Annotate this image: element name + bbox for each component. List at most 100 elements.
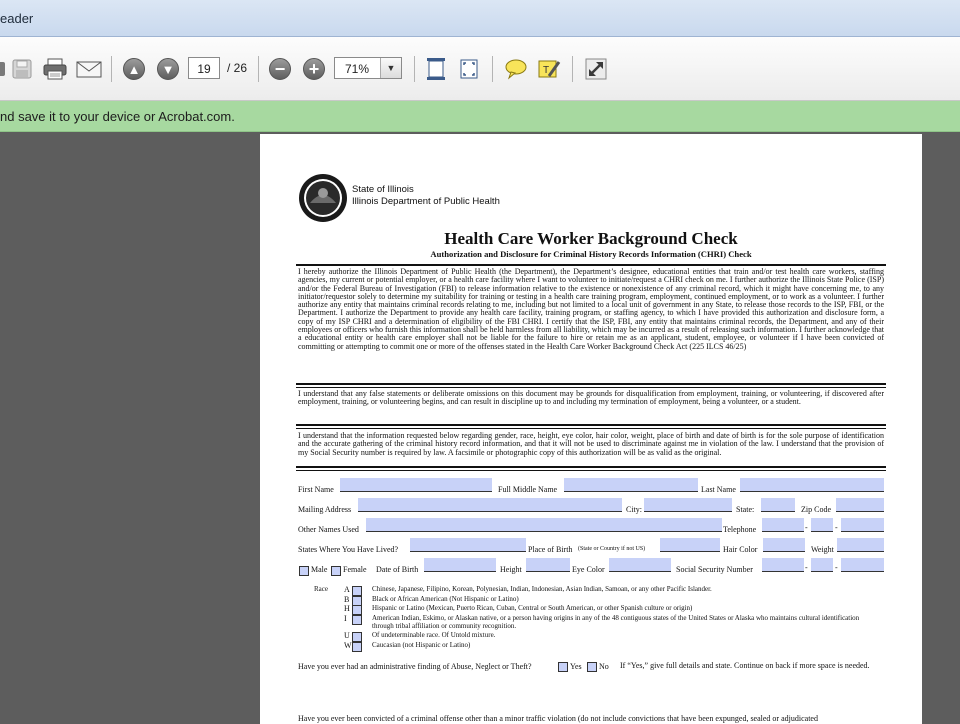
telephone-line-field[interactable]: [841, 518, 884, 532]
comment-button[interactable]: [502, 55, 530, 83]
printer-icon: [43, 58, 67, 80]
conviction-question: Have you ever been convicted of a crimin…: [298, 714, 818, 723]
weight-field[interactable]: [837, 538, 884, 552]
race-code: A: [344, 585, 350, 594]
hair-color-label: Hair Color: [723, 545, 758, 554]
previous-page-button[interactable]: ▲: [120, 55, 148, 83]
race-i-text: American Indian, Eskimo, or Alaskan nati…: [372, 614, 860, 630]
race-a-text: Chinese, Japanese, Filipino, Korean, Pol…: [372, 585, 712, 593]
svg-text:T: T: [543, 65, 549, 76]
eye-color-label: Eye Color: [572, 565, 605, 574]
open-icon[interactable]: [0, 55, 6, 83]
telephone-prefix-field[interactable]: [811, 518, 833, 532]
zoom-out-button[interactable]: −: [266, 55, 294, 83]
male-checkbox[interactable]: [299, 566, 309, 576]
divider: [296, 383, 886, 385]
other-names-field[interactable]: [366, 518, 722, 532]
race-label: Race: [314, 585, 328, 593]
race-code: W: [344, 641, 352, 650]
eye-color-field[interactable]: [609, 558, 671, 572]
title-bar: eader: [0, 0, 960, 37]
race-a-checkbox[interactable]: [352, 586, 362, 596]
full-screen-button[interactable]: [582, 55, 610, 83]
city-field[interactable]: [644, 498, 732, 512]
last-name-field[interactable]: [740, 478, 884, 492]
ssn-label: Social Security Number: [676, 565, 753, 574]
window-title: eader: [0, 11, 34, 26]
highlight-button[interactable]: T: [535, 55, 563, 83]
city-label: City:: [626, 505, 643, 514]
telephone-label: Telephone: [723, 525, 757, 534]
fit-page-button[interactable]: [422, 55, 450, 83]
zip-code-field[interactable]: [836, 498, 884, 512]
race-w-checkbox[interactable]: [352, 642, 362, 652]
race-code: B: [344, 595, 350, 604]
first-name-label: First Name: [298, 485, 334, 494]
toolbar-separator: [258, 56, 259, 82]
last-name-label: Last Name: [701, 485, 736, 494]
middle-name-field[interactable]: [564, 478, 698, 492]
race-code: I: [344, 614, 347, 623]
chevron-down-icon[interactable]: ▼: [380, 58, 401, 78]
next-page-button[interactable]: ▼: [154, 55, 182, 83]
false-statements-paragraph: I understand that any false statements o…: [298, 389, 884, 407]
authorization-paragraph: I hereby authorize the Illinois Departme…: [298, 267, 884, 351]
identification-paragraph: I understand that the information reques…: [298, 431, 884, 457]
illinois-seal-icon: [299, 174, 347, 222]
save-button[interactable]: [8, 55, 36, 83]
telephone-area-field[interactable]: [762, 518, 804, 532]
divider: [296, 428, 886, 429]
race-u-checkbox[interactable]: [352, 632, 362, 642]
divider: [296, 264, 886, 266]
notification-banner: nd save it to your device or Acrobat.com…: [0, 101, 960, 132]
first-name-field[interactable]: [340, 478, 492, 492]
place-of-birth-field[interactable]: [660, 538, 720, 552]
race-code: H: [344, 604, 350, 613]
telephone-hyphen: -: [805, 523, 808, 532]
pdf-page: State of Illinois Illinois Department of…: [260, 134, 922, 724]
ssn-area-field[interactable]: [762, 558, 804, 572]
ssn-serial-field[interactable]: [841, 558, 884, 572]
zoom-select[interactable]: 71% ▼: [334, 57, 402, 79]
mailing-address-field[interactable]: [358, 498, 622, 512]
envelope-icon: [76, 61, 102, 78]
toolbar-separator: [572, 56, 573, 82]
toolbar-separator: [492, 56, 493, 82]
hair-color-field[interactable]: [763, 538, 805, 552]
email-button[interactable]: [74, 55, 104, 83]
ssn-group-field[interactable]: [811, 558, 833, 572]
male-label: Male: [311, 565, 328, 574]
agency-department: Illinois Department of Public Health: [352, 196, 500, 207]
telephone-hyphen: -: [835, 523, 838, 532]
highlighter-icon: T: [538, 60, 561, 78]
arrow-down-icon: ▼: [157, 58, 179, 80]
page-number-input[interactable]: 19: [188, 57, 220, 79]
form-subtitle: Authorization and Disclosure for Crimina…: [430, 249, 752, 259]
middle-name-label: Full Middle Name: [498, 485, 558, 494]
race-u-text: Of undeterminable race. Of Untold mixtur…: [372, 631, 496, 639]
race-i-checkbox[interactable]: [352, 615, 362, 625]
fit-width-button[interactable]: [455, 55, 483, 83]
zoom-value: 71%: [345, 62, 370, 76]
mailing-address-label: Mailing Address: [298, 505, 352, 514]
race-h-text: Hispanic or Latino (Mexican, Puerto Rica…: [372, 604, 693, 612]
date-of-birth-field[interactable]: [424, 558, 496, 572]
states-lived-field[interactable]: [410, 538, 526, 552]
zip-code-label: Zip Code: [801, 505, 831, 514]
banner-text: nd save it to your device or Acrobat.com…: [0, 109, 235, 124]
plus-icon: +: [303, 58, 325, 80]
place-of-birth-note: (State or Country if not US): [578, 546, 646, 552]
race-h-checkbox[interactable]: [352, 605, 362, 615]
ssn-hyphen: -: [805, 563, 808, 572]
print-button[interactable]: [40, 55, 70, 83]
zoom-in-button[interactable]: +: [300, 55, 328, 83]
state-label: State:: [736, 505, 755, 514]
female-checkbox[interactable]: [331, 566, 341, 576]
divider: [296, 387, 886, 388]
race-code: U: [344, 631, 350, 640]
state-field[interactable]: [761, 498, 795, 512]
height-field[interactable]: [526, 558, 570, 572]
divider: [296, 424, 886, 426]
states-lived-label: States Where You Have Lived?: [298, 545, 399, 554]
page-total: / 26: [227, 61, 248, 75]
